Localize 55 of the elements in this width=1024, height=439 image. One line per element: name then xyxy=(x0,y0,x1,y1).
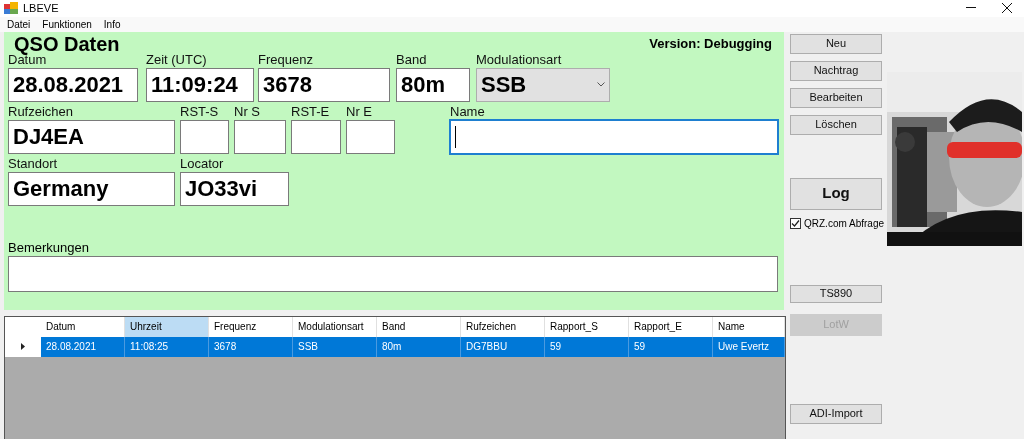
input-field[interactable] xyxy=(346,119,395,154)
table-cell: 59 xyxy=(629,336,713,357)
input-field[interactable] xyxy=(291,119,341,154)
log-button[interactable]: Log xyxy=(790,177,882,210)
input-field[interactable] xyxy=(450,119,778,154)
input-field[interactable]: 3678 xyxy=(258,67,390,102)
chevron-icon xyxy=(597,82,605,87)
menu-item[interactable]: Datei xyxy=(2,16,36,32)
checkbox[interactable] xyxy=(790,217,801,229)
remarks-field[interactable] xyxy=(8,255,778,292)
version-label: Version: Debugging xyxy=(649,34,772,53)
table-cell: 59 xyxy=(545,336,629,357)
input-field[interactable]: DJ4EA xyxy=(8,119,175,154)
table-cell: 3678 xyxy=(209,336,293,357)
table-cell: 28.08.2021 xyxy=(41,336,125,357)
input-field[interactable]: 80m xyxy=(396,67,470,102)
table-cell: Uwe Evertz xyxy=(713,336,785,357)
column-header[interactable]: Uhrzeit xyxy=(125,316,209,337)
field-label: Frequenz xyxy=(258,51,314,68)
field-label: Locator xyxy=(180,155,225,172)
table-cell: SSB xyxy=(293,336,377,357)
input-field[interactable] xyxy=(180,119,229,154)
field-label: Bemerkungen xyxy=(8,239,90,256)
menu-item[interactable]: Funktionen xyxy=(37,16,97,32)
field-label: Band xyxy=(396,51,428,68)
tool-button[interactable]: TS890 xyxy=(790,284,882,303)
field-label: Nr S xyxy=(234,103,261,120)
import-button[interactable]: ADI-Import xyxy=(790,403,882,424)
input-field[interactable]: 28.08.2021 xyxy=(8,67,138,102)
field-label: Zeit (UTC) xyxy=(146,51,208,68)
minimize-icon[interactable] xyxy=(966,7,976,10)
window-title: LBEVE xyxy=(23,1,59,16)
action-button[interactable]: Neu xyxy=(790,33,882,54)
input-field[interactable]: Germany xyxy=(8,171,175,206)
action-button[interactable]: Bearbeiten xyxy=(790,87,882,108)
table-cell: 80m xyxy=(377,336,461,357)
field-label: RST-S xyxy=(180,103,220,120)
table-cell: 11:08:25 xyxy=(125,336,209,357)
close-icon[interactable] xyxy=(1002,3,1012,14)
app-icon xyxy=(4,2,18,15)
input-field[interactable] xyxy=(234,119,286,154)
input-field[interactable]: 11:09:24 xyxy=(146,67,254,102)
field-label: RST-E xyxy=(291,103,331,120)
action-button[interactable]: Nachtrag xyxy=(790,60,882,81)
field-label: Modulationsart xyxy=(476,51,563,68)
field-label: Rufzeichen xyxy=(8,103,75,120)
action-button[interactable]: Löschen xyxy=(790,114,882,135)
mode-dropdown[interactable]: SSB xyxy=(476,67,610,102)
table-cell: DG7BBU xyxy=(461,336,545,357)
field-label: Nr E xyxy=(346,103,373,120)
input-field[interactable]: JO33vi xyxy=(180,171,289,206)
field-label: Name xyxy=(450,103,486,120)
menu-item[interactable]: Info xyxy=(98,16,126,32)
field-label: Standort xyxy=(8,155,59,172)
checkbox-label[interactable]: QRZ.com Abfrage xyxy=(804,215,885,231)
